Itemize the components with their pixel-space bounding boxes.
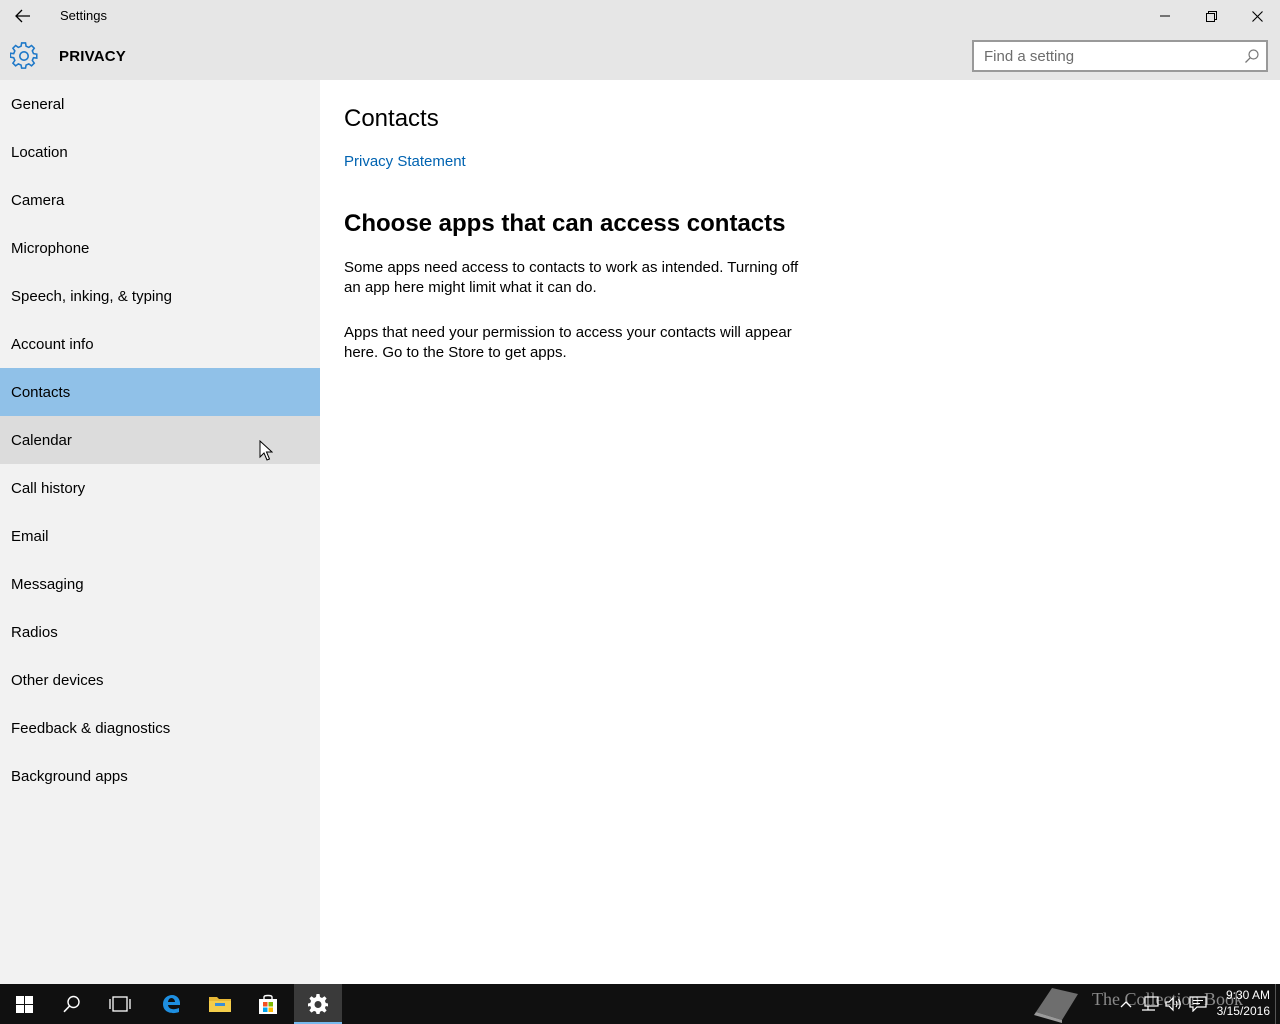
search-input[interactable] xyxy=(974,42,1234,70)
restore-icon xyxy=(1205,10,1217,22)
minimize-button[interactable] xyxy=(1142,0,1188,32)
window-title: Settings xyxy=(60,8,107,23)
gear-icon xyxy=(10,42,38,69)
task-view-icon xyxy=(109,996,131,1012)
taskbar-search-button[interactable] xyxy=(48,984,96,1024)
sidebar-item-location[interactable]: Location xyxy=(0,128,320,176)
sidebar-item-background-apps[interactable]: Background apps xyxy=(0,752,320,800)
title-bar: Settings xyxy=(0,0,1280,32)
network-icon xyxy=(1142,996,1159,1011)
no-apps-text: Apps that need your permission to access… xyxy=(344,324,792,361)
sidebar-item-email[interactable]: Email xyxy=(0,512,320,560)
sidebar-item-speech[interactable]: Speech, inking, & typing xyxy=(0,272,320,320)
sidebar-item-feedback[interactable]: Feedback & diagnostics xyxy=(0,704,320,752)
privacy-statement-link[interactable]: Privacy Statement xyxy=(344,153,466,170)
gear-icon xyxy=(308,994,328,1014)
sidebar-item-general[interactable]: General xyxy=(0,80,320,128)
speaker-icon xyxy=(1165,996,1181,1012)
edge-icon xyxy=(163,995,180,1014)
close-icon xyxy=(1251,10,1263,22)
back-arrow-icon xyxy=(15,9,30,23)
sidebar-item-radios[interactable]: Radios xyxy=(0,608,320,656)
sidebar-item-account-info[interactable]: Account info xyxy=(0,320,320,368)
page-title: Contacts xyxy=(344,105,439,132)
sidebar: General Location Camera Microphone Speec… xyxy=(0,80,320,984)
chevron-up-icon xyxy=(1120,1001,1132,1008)
store-button[interactable] xyxy=(244,984,292,1024)
description-text: Some apps need access to contacts to wor… xyxy=(344,259,799,296)
restore-button[interactable] xyxy=(1188,0,1234,32)
notification-icon xyxy=(1189,996,1207,1012)
clock-time: 9:30 AM xyxy=(1225,988,1270,1002)
clock-date: 3/15/2016 xyxy=(1216,1004,1270,1018)
sidebar-item-camera[interactable]: Camera xyxy=(0,176,320,224)
folder-icon xyxy=(209,997,231,1012)
search-icon xyxy=(63,995,80,1013)
minimize-icon xyxy=(1160,15,1170,17)
settings-header: PRIVACY xyxy=(0,32,1280,80)
close-button[interactable] xyxy=(1234,0,1280,32)
task-view-button[interactable] xyxy=(96,984,144,1024)
back-button[interactable] xyxy=(0,0,46,32)
book-icon xyxy=(1034,988,1078,1023)
sidebar-item-contacts[interactable]: Contacts xyxy=(0,368,320,416)
settings-taskbar-button[interactable] xyxy=(294,984,342,1024)
section-title: Choose apps that can access contacts xyxy=(344,210,786,237)
file-explorer-button[interactable] xyxy=(196,984,244,1024)
clock[interactable]: 9:30 AM 3/15/2016 xyxy=(1210,987,1270,1019)
search-box[interactable] xyxy=(972,40,1268,72)
taskbar: The Collection Book 9:30 AM 3/15/2016 xyxy=(0,984,1280,1024)
store-icon xyxy=(259,994,277,1014)
show-hidden-icons-button[interactable] xyxy=(1116,994,1136,1014)
sidebar-item-messaging[interactable]: Messaging xyxy=(0,560,320,608)
action-center-button[interactable] xyxy=(1188,994,1208,1014)
volume-button[interactable] xyxy=(1164,994,1184,1014)
page-section-title: PRIVACY xyxy=(59,48,126,65)
start-button[interactable] xyxy=(0,984,48,1024)
sidebar-item-call-history[interactable]: Call history xyxy=(0,464,320,512)
show-desktop-button[interactable] xyxy=(1275,984,1280,1024)
mouse-cursor-icon xyxy=(259,440,273,461)
edge-button[interactable] xyxy=(147,984,195,1024)
network-button[interactable] xyxy=(1140,994,1160,1014)
sidebar-item-other-devices[interactable]: Other devices xyxy=(0,656,320,704)
content-pane: Contacts Privacy Statement Choose apps t… xyxy=(320,80,1280,984)
sidebar-item-microphone[interactable]: Microphone xyxy=(0,224,320,272)
search-icon[interactable] xyxy=(1244,48,1260,64)
windows-logo-icon xyxy=(15,995,33,1013)
